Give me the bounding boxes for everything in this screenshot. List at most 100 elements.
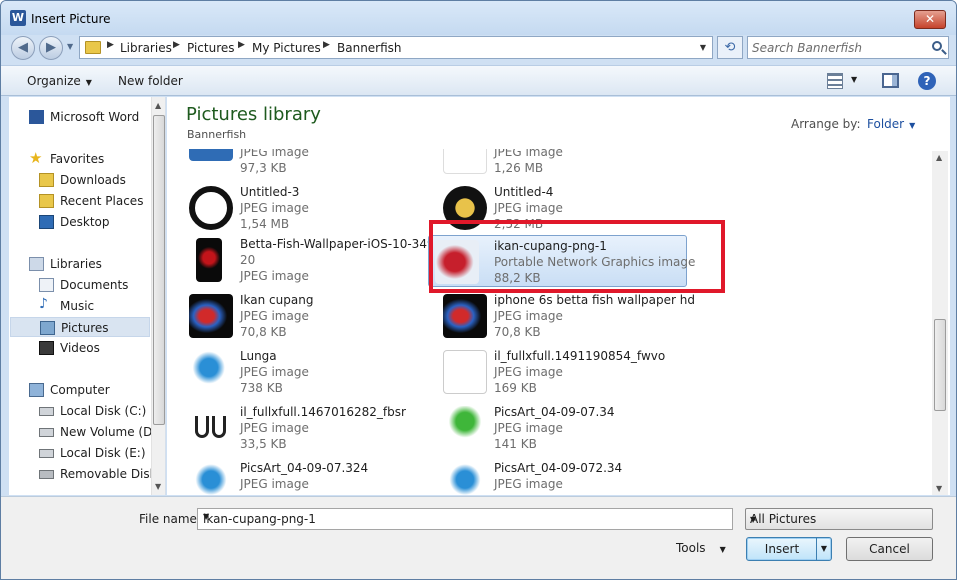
file-thumbnail	[443, 462, 487, 495]
file-size: 141 KB	[494, 437, 537, 451]
annotation-highlight-box	[429, 220, 725, 293]
drive-icon	[39, 428, 54, 437]
breadcrumb-libraries[interactable]: Libraries	[120, 41, 172, 55]
file-thumbnail	[443, 149, 487, 174]
file-name-continued: 20	[240, 253, 256, 267]
scroll-down-icon[interactable]: ▼	[936, 484, 942, 493]
file-item[interactable]: iphone 6s betta fish wallpaper hd JPEG i…	[421, 290, 695, 342]
forward-button[interactable]: ▶	[39, 36, 63, 60]
back-arrow-icon: ◀	[18, 40, 28, 55]
breadcrumb-separator-icon[interactable]: ▶	[107, 40, 114, 50]
file-name: Untitled-4	[494, 185, 554, 199]
file-item[interactable]: PicsArt_04-09-07.34 JPEG image 141 KB	[421, 402, 669, 454]
recent-places-icon	[39, 194, 54, 208]
insert-button[interactable]: Insert ▼	[746, 537, 832, 561]
nav-item-local-disk-e[interactable]: Local Disk (E:)	[39, 443, 155, 463]
tools-menu[interactable]: Tools ▼	[676, 541, 726, 555]
nav-item-microsoft-word[interactable]: Microsoft Word	[29, 107, 155, 127]
chevron-down-icon: ▼	[750, 515, 757, 524]
breadcrumb-pictures[interactable]: Pictures	[187, 41, 235, 55]
file-item[interactable]: PicsArt_04-09-07.324 JPEG image	[167, 458, 415, 495]
file-name-field[interactable]: ikan-cupang-png-1 ▼	[197, 508, 733, 530]
arrange-by-dropdown[interactable]: Folder ▼	[867, 117, 915, 131]
file-item[interactable]: PicsArt_04-09-072.34 JPEG image	[421, 458, 669, 495]
file-type: JPEG image	[240, 149, 309, 159]
search-icon[interactable]	[932, 41, 942, 51]
address-history-dropdown[interactable]: ▼	[700, 43, 706, 52]
chevron-down-icon[interactable]: ▼	[203, 512, 728, 521]
breadcrumb-bannerfish[interactable]: Bannerfish	[337, 41, 402, 55]
breadcrumb-separator-icon[interactable]: ▶	[323, 40, 330, 50]
file-size: 169 KB	[494, 381, 537, 395]
star-icon: ★	[29, 149, 43, 167]
file-item[interactable]: Betta-Fish-Wallpaper-iOS-10-349x6 20 JPE…	[167, 234, 449, 286]
search-box[interactable]	[747, 36, 949, 59]
nav-item-label: Local Disk (E:)	[60, 446, 146, 460]
file-item[interactable]: JPEG image 1,26 MB	[421, 149, 669, 178]
file-size: 70,8 KB	[494, 325, 541, 339]
organize-menu[interactable]: Organize ▼	[27, 74, 92, 88]
help-icon[interactable]: ?	[918, 72, 936, 90]
scroll-down-icon[interactable]: ▼	[155, 482, 161, 491]
view-options-dropdown[interactable]: ▼	[851, 75, 857, 84]
refresh-button[interactable]: ⟲	[717, 36, 743, 59]
file-size: 1,26 MB	[494, 161, 544, 175]
nav-item-libraries[interactable]: Libraries	[29, 254, 155, 274]
nav-item-documents[interactable]: Documents	[39, 275, 155, 295]
nav-item-desktop[interactable]: Desktop	[39, 212, 155, 232]
nav-item-local-disk-c[interactable]: Local Disk (C:)	[39, 401, 155, 421]
nav-item-videos[interactable]: Videos	[39, 338, 155, 358]
documents-icon	[39, 278, 54, 292]
nav-item-computer[interactable]: Computer	[29, 380, 155, 400]
cancel-button[interactable]: Cancel	[846, 537, 933, 561]
change-view-icon[interactable]	[827, 73, 843, 89]
nav-item-label: Documents	[60, 278, 129, 292]
nav-item-pictures[interactable]: Pictures	[10, 317, 150, 337]
new-folder-button[interactable]: New folder	[118, 74, 183, 88]
nav-item-downloads[interactable]: Downloads	[39, 170, 155, 190]
recent-locations-dropdown[interactable]: ▼	[67, 42, 73, 51]
nav-item-favorites[interactable]: ★ Favorites	[29, 149, 155, 169]
nav-item-removable-disk[interactable]: Removable Disk (	[39, 464, 155, 484]
insert-options-dropdown[interactable]: ▼	[816, 538, 831, 560]
nav-item-label: Removable Disk (	[60, 467, 155, 481]
file-list-scrollbar-thumb[interactable]	[934, 319, 946, 411]
file-item[interactable]: Lunga JPEG image 738 KB	[167, 346, 415, 398]
scroll-up-icon[interactable]: ▲	[155, 101, 161, 110]
file-grid: JPEG image 97,3 KB JPEG image 1,26 MB Un…	[167, 149, 935, 495]
address-bar[interactable]: ▶ Libraries ▶ Pictures ▶ My Pictures ▶ B…	[79, 36, 713, 59]
nav-item-new-volume-d[interactable]: New Volume (D:)	[39, 422, 155, 442]
music-icon: ♪	[39, 296, 48, 312]
nav-item-recent-places[interactable]: Recent Places	[39, 191, 155, 211]
address-row: ◀ ▶ ▼ ▶ Libraries ▶ Pictures ▶ My Pictur…	[1, 35, 956, 61]
file-type: JPEG image	[494, 309, 563, 323]
pictures-icon	[40, 321, 55, 335]
breadcrumb-my-pictures[interactable]: My Pictures	[252, 41, 321, 55]
search-input[interactable]	[752, 40, 922, 55]
scroll-up-icon[interactable]: ▲	[936, 153, 942, 162]
file-item[interactable]: il_fullxfull.1467016282_fbsr JPEG image …	[167, 402, 415, 454]
tools-label: Tools	[676, 541, 706, 555]
file-name: iphone 6s betta fish wallpaper hd	[494, 293, 695, 307]
file-list-scrollbar[interactable]: ▲ ▼	[932, 151, 948, 495]
back-button[interactable]: ◀	[11, 36, 35, 60]
file-item[interactable]: Untitled-3 JPEG image 1,54 MB	[167, 182, 415, 234]
file-type-filter[interactable]: All Pictures ▼	[745, 508, 933, 530]
breadcrumb-separator-icon[interactable]: ▶	[173, 40, 180, 50]
file-size: 70,8 KB	[240, 325, 287, 339]
breadcrumb-separator-icon[interactable]: ▶	[238, 40, 245, 50]
file-item[interactable]: JPEG image 97,3 KB	[167, 149, 415, 178]
file-type: JPEG image	[240, 201, 309, 215]
preview-pane-icon[interactable]	[882, 73, 899, 88]
file-name-label: File name:	[139, 512, 201, 526]
file-type: JPEG image	[240, 269, 309, 283]
nav-item-label: Pictures	[61, 321, 109, 335]
nav-item-label: Computer	[50, 383, 110, 397]
file-item[interactable]: Ikan cupang JPEG image 70,8 KB	[167, 290, 415, 342]
close-button[interactable]: ✕	[914, 10, 946, 29]
navigation-scrollbar-thumb[interactable]	[153, 115, 165, 425]
file-item[interactable]: il_fullxfull.1491190854_fwvo JPEG image …	[421, 346, 669, 398]
navigation-scrollbar[interactable]: ▲ ▼	[151, 97, 165, 495]
file-type: JPEG image	[494, 149, 563, 159]
nav-item-music[interactable]: ♪ Music	[39, 296, 155, 316]
